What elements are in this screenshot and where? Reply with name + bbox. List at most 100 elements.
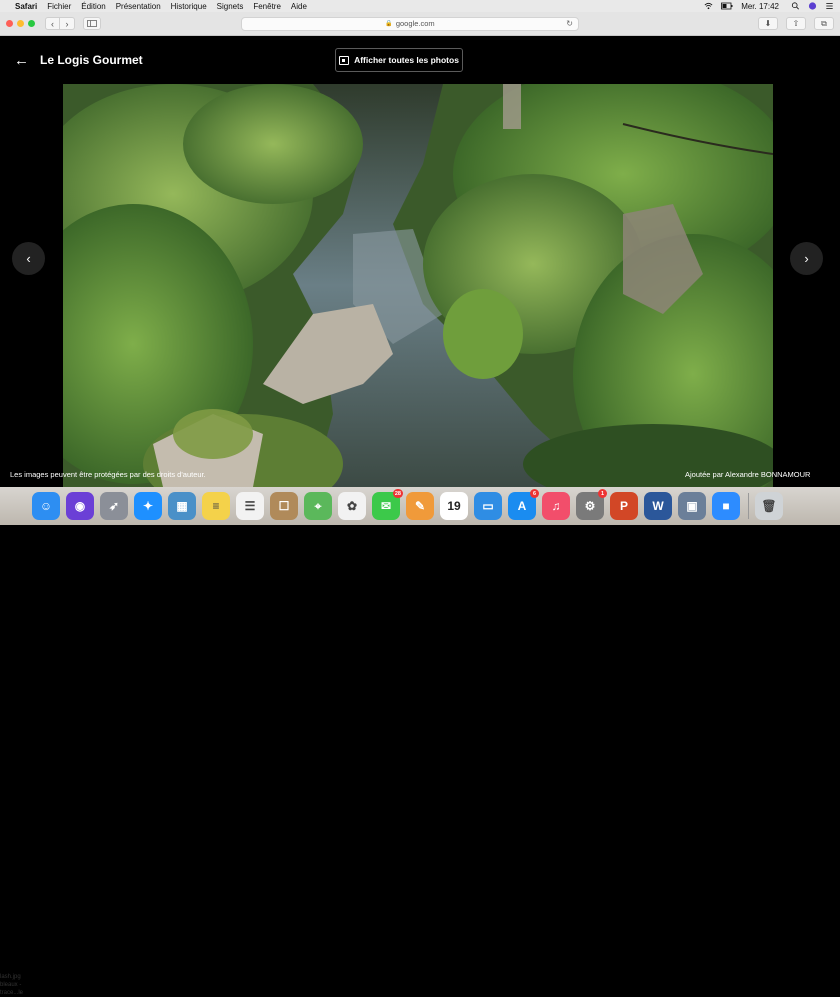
- dock-safari-icon[interactable]: ✦: [134, 492, 162, 520]
- dock-contacts-icon[interactable]: ☐: [270, 492, 298, 520]
- menu-fichier[interactable]: Fichier: [47, 2, 71, 11]
- siri-icon[interactable]: [808, 2, 817, 10]
- share-icon: ⇧: [792, 19, 800, 28]
- wifi-icon[interactable]: [704, 2, 713, 10]
- copyright-notice: Les images peuvent être protégées par de…: [10, 470, 206, 479]
- finder-glyph-icon: ☺: [39, 499, 53, 513]
- dock-notes-icon[interactable]: ≡: [202, 492, 230, 520]
- sidebar-toggle-button[interactable]: [83, 17, 101, 30]
- word-glyph-icon: W: [652, 499, 664, 513]
- chevron-right-icon: ›: [804, 251, 809, 266]
- dock-word-icon[interactable]: W: [644, 492, 672, 520]
- all-photos-label: Afficher toutes les photos: [354, 55, 459, 65]
- back-arrow-icon[interactable]: ←: [14, 53, 29, 68]
- share-button[interactable]: ⇧: [786, 17, 806, 30]
- lock-icon: 🔒: [385, 21, 393, 27]
- dock-separator: [748, 493, 749, 519]
- photo-attribution[interactable]: Ajoutée par Alexandre BONNAMOUR: [685, 470, 810, 479]
- control-center-icon[interactable]: [825, 2, 834, 10]
- dock-app-store-icon[interactable]: A6: [508, 489, 539, 520]
- close-window-button[interactable]: [6, 20, 13, 27]
- dock-trash-icon[interactable]: 🗑: [755, 492, 783, 520]
- chevron-left-icon: ‹: [26, 251, 31, 266]
- contacts-glyph-icon: ☐: [278, 499, 290, 513]
- safari-glyph-icon: ✦: [142, 499, 154, 513]
- window-controls: [6, 20, 35, 27]
- dock-powerpoint-icon[interactable]: P: [610, 492, 638, 520]
- previous-photo-button[interactable]: ‹: [12, 242, 45, 275]
- dock: ☺ ◉ ➶ ✦ ▦ ≡ ☰ ☐ ⌖ ✿ ✉ 28 ✎ 19 ▭ A 6 ♫ ⚙ 1 P W ▣ ■ 🗑: [32, 489, 812, 523]
- desktop-file-labels: lash.jpg bleaux - trace...le: [0, 973, 32, 997]
- zoom-window-button[interactable]: [28, 20, 35, 27]
- powerpoint-glyph-icon: P: [619, 499, 628, 513]
- all-photos-button[interactable]: Afficher toutes les photos: [335, 48, 463, 72]
- dock-keynote-icon[interactable]: ▭: [474, 492, 502, 520]
- battery-icon[interactable]: [721, 2, 733, 10]
- photo-viewer: ← Le Logis Gourmet Afficher toutes les p…: [0, 37, 840, 487]
- menu-fenetre[interactable]: Fenêtre: [253, 2, 281, 11]
- downloads-button[interactable]: ⬇: [758, 17, 778, 30]
- siri-glyph-icon: ◉: [74, 499, 86, 513]
- dock-calendar-icon[interactable]: 19: [440, 492, 468, 520]
- image-capture-glyph-icon: ▣: [686, 499, 698, 513]
- photo-river-gorge: [63, 84, 773, 487]
- tabs-overview-button[interactable]: ⧉: [814, 17, 834, 30]
- menu-presentation[interactable]: Présentation: [116, 2, 161, 11]
- notification-badge: 28: [392, 489, 403, 498]
- dock-messages-icon[interactable]: ✉ 28: [372, 489, 403, 520]
- notification-badge: 1: [598, 489, 607, 498]
- dock-maps-icon[interactable]: ⌖: [304, 492, 332, 520]
- dock-background: lash.jpg bleaux - trace...le ☺ ◉ ➶ ✦ ▦ ≡ ☰ ☐ ⌖ ✿ ✉…: [0, 487, 840, 996]
- photos-glyph-icon: ✿: [346, 499, 358, 513]
- minimize-window-button[interactable]: [17, 20, 24, 27]
- chevron-left-icon: ‹: [51, 18, 54, 29]
- forward-button[interactable]: ›: [60, 17, 75, 30]
- menu-historique[interactable]: Historique: [171, 2, 207, 11]
- menu-signets[interactable]: Signets: [217, 2, 244, 11]
- tabs-icon: ⧉: [821, 18, 827, 28]
- dock-launchpad-icon[interactable]: ➶: [100, 492, 128, 520]
- dock-zoom-icon[interactable]: ■: [712, 492, 740, 520]
- dock-music-icon[interactable]: ♫: [542, 492, 570, 520]
- reminders-glyph-icon: ☰: [244, 499, 256, 513]
- photo-library-icon: [339, 55, 350, 65]
- calendar-glyph-icon: 19: [447, 499, 461, 513]
- launchpad-glyph-icon: ➶: [108, 499, 120, 513]
- address-bar[interactable]: 🔒 google.com ↻: [241, 16, 579, 31]
- back-button[interactable]: ‹: [45, 17, 60, 30]
- maps-glyph-icon: ⌖: [314, 498, 322, 513]
- dock-photos-icon[interactable]: ✿: [338, 492, 366, 520]
- notes-glyph-icon: ≡: [212, 499, 220, 513]
- download-icon: ⬇: [764, 19, 772, 28]
- menu-edition[interactable]: Édition: [81, 2, 105, 11]
- dock-image-capture-icon[interactable]: ▣: [678, 492, 706, 520]
- place-title: Le Logis Gourmet: [40, 53, 143, 67]
- dock-preview-icon[interactable]: ▦: [168, 492, 196, 520]
- dock-reminders-icon[interactable]: ☰: [236, 492, 264, 520]
- dock-pages-icon[interactable]: ✎: [406, 492, 434, 520]
- desktop-file-label[interactable]: trace...le: [0, 989, 32, 997]
- next-photo-button[interactable]: ›: [790, 242, 823, 275]
- messages-glyph-icon: ✉: [380, 499, 392, 513]
- pages-glyph-icon: ✎: [414, 499, 426, 513]
- music-glyph-icon: ♫: [551, 499, 561, 513]
- preview-glyph-icon: ▦: [176, 499, 188, 513]
- menu-app-name[interactable]: Safari: [15, 2, 37, 11]
- macos-menu-bar: Safari Fichier Édition Présentation Hist…: [0, 0, 840, 12]
- spotlight-icon[interactable]: [791, 2, 800, 10]
- chevron-right-icon: ›: [65, 18, 69, 29]
- main-photo: [63, 84, 773, 487]
- notification-badge: 6: [530, 489, 539, 498]
- history-nav: ‹ ›: [45, 17, 75, 30]
- address-text: google.com: [395, 19, 435, 28]
- dock-system-preferences-icon[interactable]: ⚙ 1: [576, 489, 607, 520]
- safari-toolbar: ‹ › 🔒 google.com ↻ ⬇ ⇧ ⧉: [0, 12, 840, 36]
- dock-finder-icon[interactable]: ☺: [32, 492, 60, 520]
- desktop-file-label[interactable]: bleaux -: [0, 981, 32, 989]
- menu-clock[interactable]: Mer. 17:42: [741, 2, 779, 11]
- trash-glyph-icon: 🗑: [761, 499, 777, 513]
- menu-aide[interactable]: Aide: [291, 2, 307, 11]
- reload-icon[interactable]: ↻: [566, 19, 573, 28]
- dock-siri-icon[interactable]: ◉: [66, 492, 94, 520]
- desktop-file-label[interactable]: lash.jpg: [0, 973, 32, 981]
